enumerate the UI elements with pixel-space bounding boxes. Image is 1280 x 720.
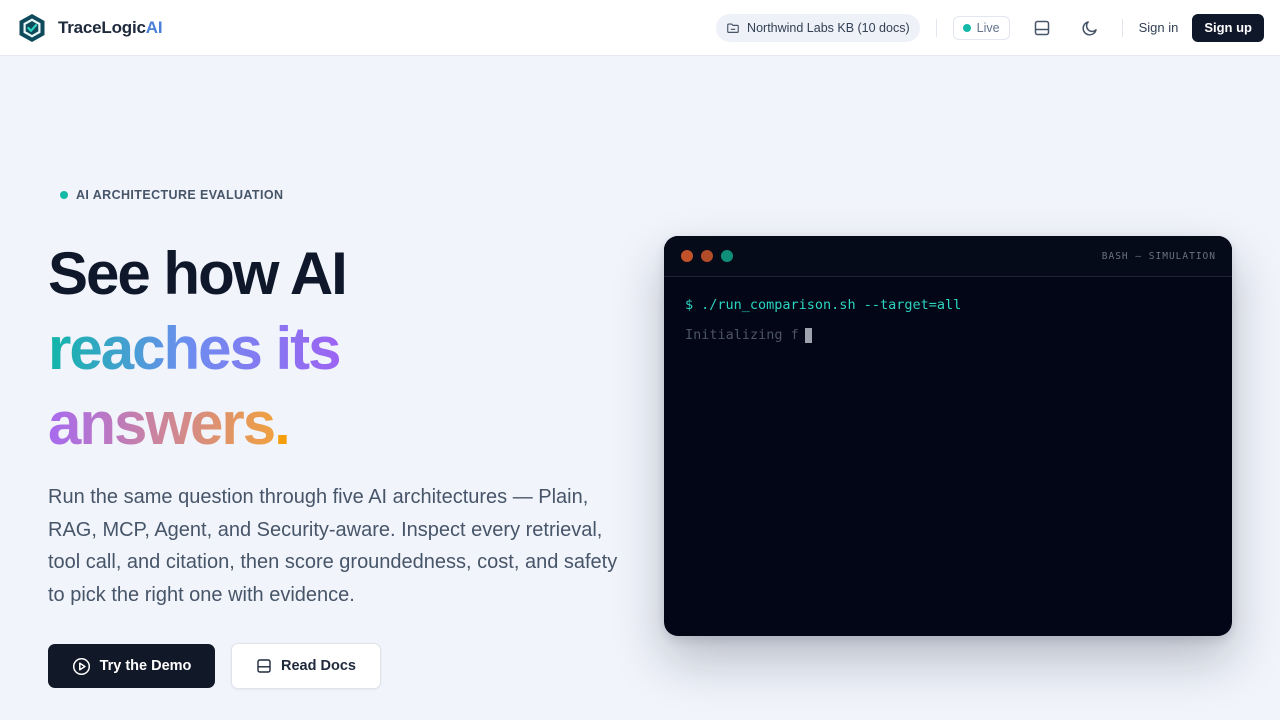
eyebrow: AI ARCHITECTURE EVALUATION (60, 188, 283, 202)
sign-up-button[interactable]: Sign up (1192, 13, 1264, 42)
terminal-cursor (804, 327, 812, 343)
knowledge-base-label: Northwind Labs KB (10 docs) (747, 20, 910, 35)
moon-icon (1082, 20, 1097, 36)
hero-headline: See how AI reaches its answers. (48, 236, 358, 461)
book-icon (257, 659, 271, 673)
layout-toggle-button[interactable] (1026, 12, 1058, 44)
divider (935, 18, 937, 37)
eyebrow-label: AI ARCHITECTURE EVALUATION (76, 188, 284, 202)
try-demo-label: Try the Demo (99, 658, 192, 674)
maximize-dot (721, 250, 733, 262)
read-docs-button[interactable]: Read Docs (231, 643, 381, 689)
sign-in-link[interactable]: Sign in (1139, 20, 1179, 35)
terminal-prompt: $ (685, 297, 694, 313)
headline-line-3: answers. (48, 386, 358, 461)
panel-icon (1034, 20, 1049, 35)
play-circle-icon (72, 657, 90, 675)
headline-line-3-text: answers (48, 390, 276, 457)
terminal-window: BASH — SIMULATION $ ./run_comparison.sh … (664, 236, 1232, 636)
brand-suffix: AI (145, 17, 163, 37)
top-nav: TraceLogicAI Northwind Labs KB (10 docs)… (0, 0, 1280, 56)
terminal-output-line: Initializing f (685, 327, 1211, 343)
try-demo-button[interactable]: Try the Demo (48, 644, 215, 688)
knowledge-base-selector[interactable]: Northwind Labs KB (10 docs) (716, 13, 920, 42)
divider (1121, 18, 1123, 37)
read-docs-label: Read Docs (281, 658, 356, 674)
terminal-output: Initializing f (685, 327, 799, 343)
headline-line-2: reaches its (48, 311, 358, 386)
terminal-body: $ ./run_comparison.sh --target=all Initi… (664, 277, 1232, 363)
theme-toggle-button[interactable] (1074, 12, 1106, 44)
eyebrow-dot (60, 191, 68, 199)
folder-icon (727, 22, 739, 33)
headline-period: . (274, 390, 291, 457)
nav-actions: Northwind Labs KB (10 docs) Live Sign in… (716, 12, 1264, 44)
headline-line-1: See how AI (48, 240, 348, 307)
terminal-title: BASH — SIMULATION (1101, 250, 1216, 262)
live-status-badge[interactable]: Live (952, 15, 1010, 40)
hero-description: Run the same question through five AI ar… (48, 486, 618, 606)
hexagon-check-icon (19, 13, 45, 42)
live-indicator (962, 23, 971, 32)
terminal-command: ./run_comparison.sh --target=all (701, 297, 962, 313)
brand-name: TraceLogicAI (58, 17, 163, 37)
minimize-dot (701, 250, 713, 262)
terminal-command-line: $ ./run_comparison.sh --target=all (685, 297, 1211, 313)
terminal-titlebar: BASH — SIMULATION (664, 236, 1232, 277)
close-dot (681, 250, 693, 262)
brand[interactable]: TraceLogicAI (18, 13, 163, 43)
live-label: Live (976, 20, 1000, 35)
